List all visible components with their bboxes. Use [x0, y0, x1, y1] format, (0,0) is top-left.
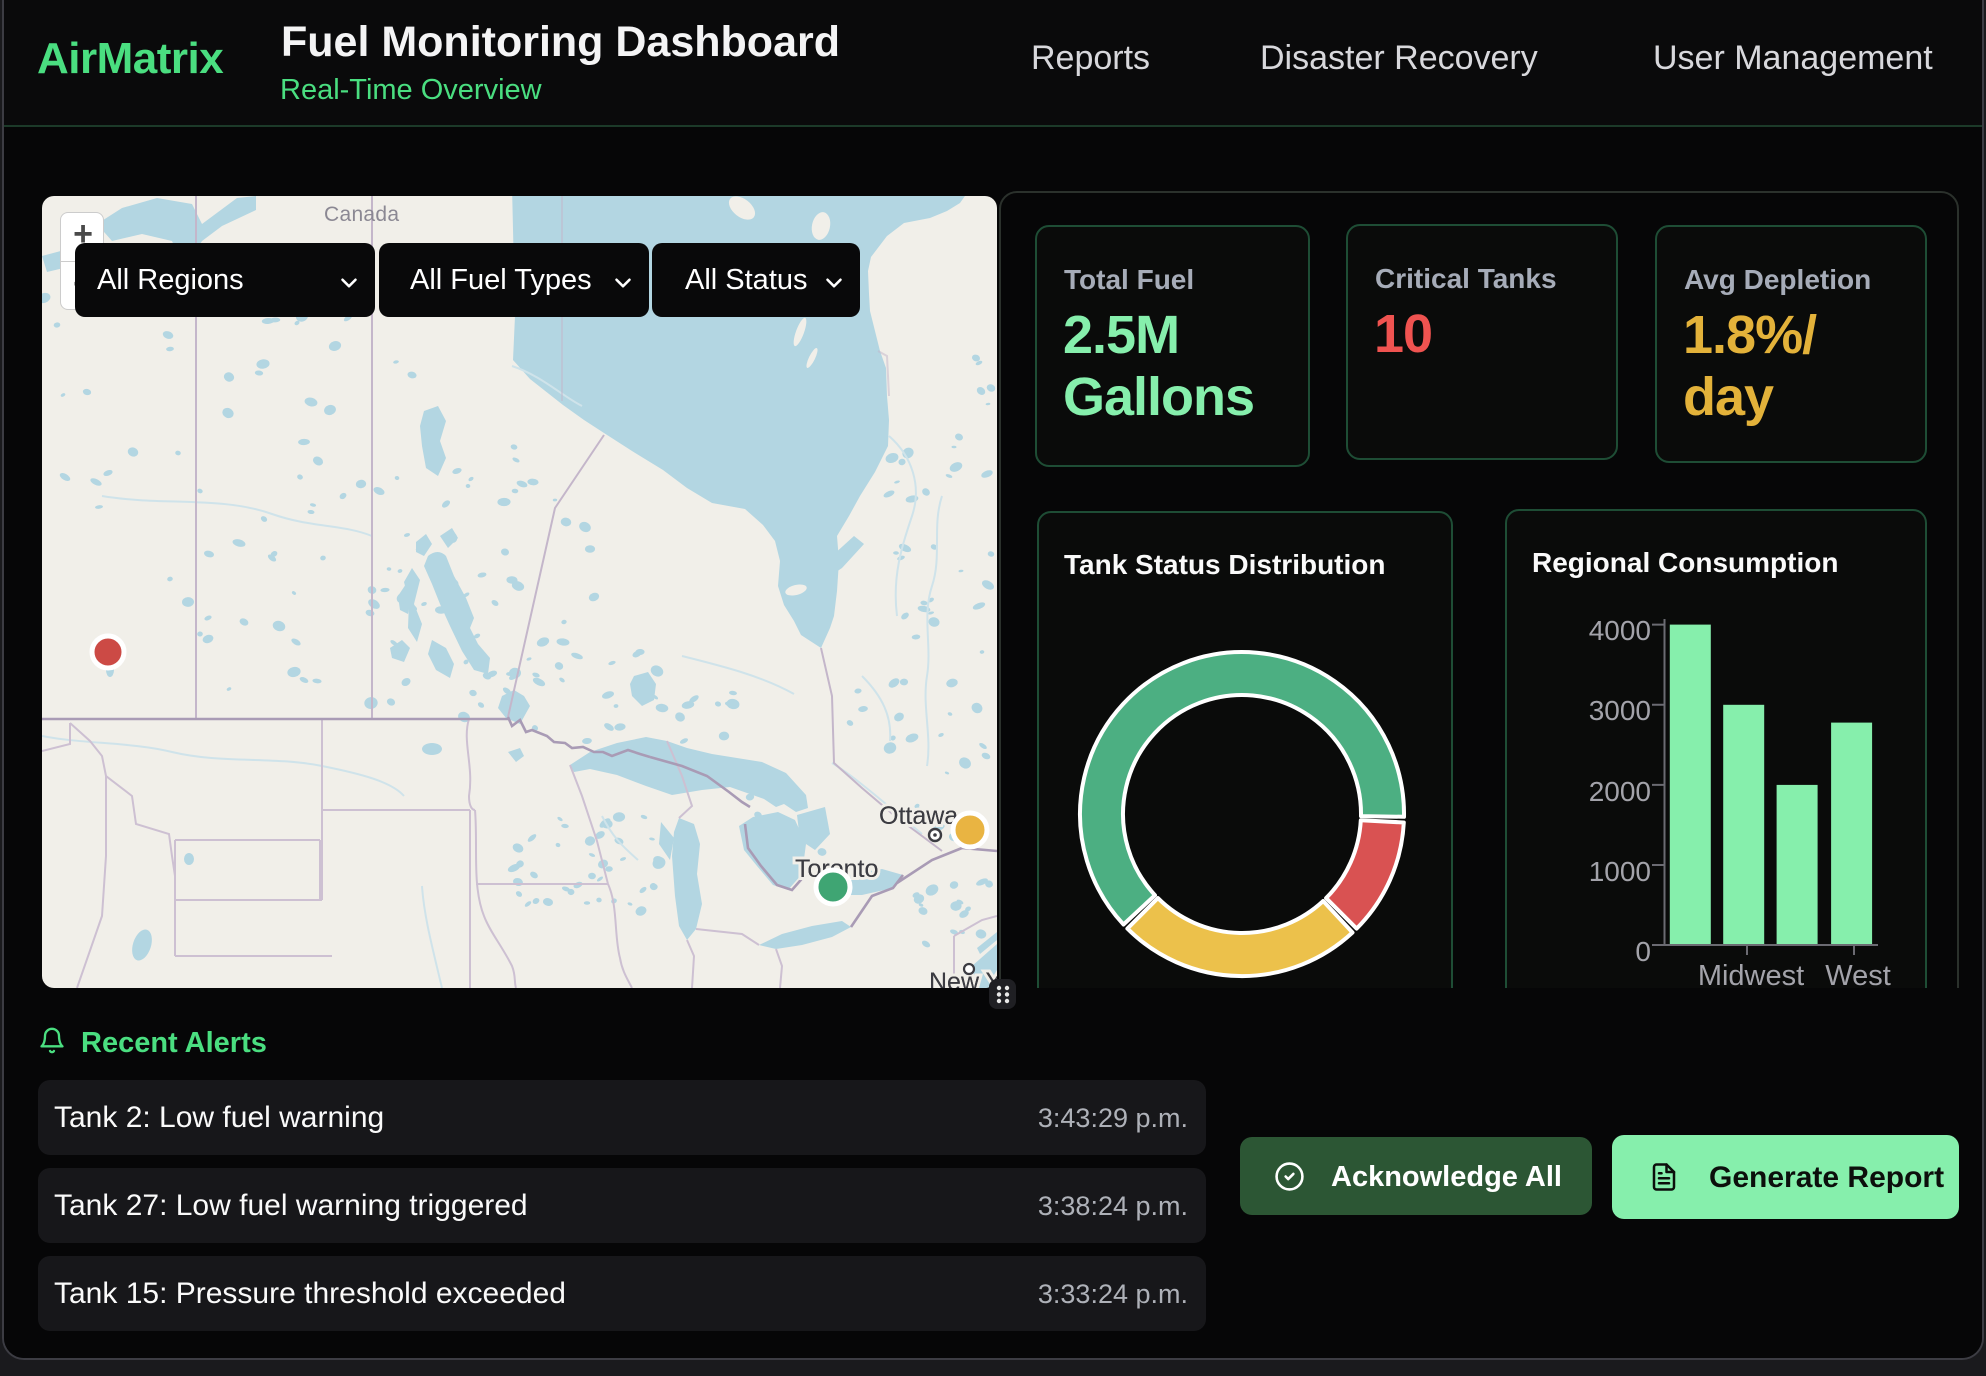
svg-text:Canada: Canada	[324, 203, 399, 226]
svg-text:0: 0	[1635, 936, 1651, 967]
svg-text:3000: 3000	[1589, 695, 1651, 726]
svg-text:4000: 4000	[1589, 615, 1651, 646]
svg-text:New York: New York	[929, 968, 997, 988]
svg-text:2000: 2000	[1589, 776, 1651, 807]
svg-text:Ottawa: Ottawa	[879, 802, 958, 830]
svg-text:1000: 1000	[1589, 856, 1651, 887]
